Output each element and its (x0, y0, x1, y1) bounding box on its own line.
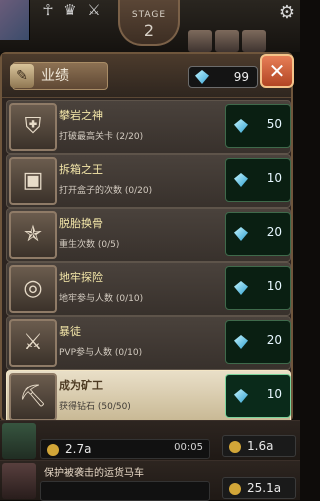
diamond-icon (234, 119, 248, 133)
shield-icon: ⛨ (9, 103, 57, 151)
diamond-counter: 99 (188, 66, 258, 88)
reward-box[interactable]: 10 (225, 158, 291, 202)
reward-box[interactable]: 20 (225, 212, 291, 256)
reward-amount: 20 (266, 225, 282, 239)
hero-portrait[interactable] (242, 30, 266, 52)
reward-box[interactable]: 20 (225, 320, 291, 364)
upgrade-cost-box[interactable]: 1.6a (222, 435, 296, 457)
achievement-desc: 打开盒子的次数 (0/20) (59, 186, 153, 196)
reward-amount: 10 (266, 279, 282, 293)
gold-coin-icon (47, 444, 59, 456)
diamond-icon (234, 335, 248, 349)
achievement-row[interactable]: ⛨ 攀岩之神 打破最高关卡 (2/20) 50 (6, 100, 291, 154)
reward-amount: 10 (266, 387, 282, 401)
background-list-row[interactable]: 2.7a 00:05 1.6a (0, 420, 300, 460)
medal-icon[interactable]: ☥ (38, 0, 58, 20)
achievements-panel: 业绩 ✎ 99 ✕ ⛨ 攀岩之神 打破最高关卡 (2/20) 50 ▣ 拆箱之王… (0, 52, 294, 424)
achievement-name: 地牢探险 (59, 271, 103, 284)
diamond-icon (234, 173, 248, 187)
hero-portrait[interactable] (215, 30, 239, 52)
panel-header: 业绩 ✎ 99 ✕ (2, 54, 294, 98)
upgrade-cost: 1.6a (247, 439, 274, 453)
top-bar: ☥ ♛ ⚔ STAGE 2 ⚙ (0, 0, 300, 52)
diamond-icon (234, 227, 248, 241)
avatar (2, 423, 36, 459)
achievement-desc: 获得钻石 (50/50) (59, 402, 131, 412)
gold-coin-icon (229, 441, 241, 453)
gold-progress (40, 481, 210, 501)
reward-amount: 20 (266, 333, 282, 347)
achievement-desc: PVP参与人数 (0/10) (59, 348, 143, 358)
scroll-icon: ✎ (10, 64, 34, 88)
achievement-row[interactable]: ▣ 拆箱之王 打开盒子的次数 (0/20) 10 (6, 154, 291, 208)
reward-box[interactable]: 50 (225, 104, 291, 148)
reward-box[interactable]: 10 (225, 266, 291, 310)
player-avatar[interactable] (0, 0, 30, 40)
achievement-name: 成为矿工 (59, 379, 103, 392)
achievement-row-completed[interactable]: ⛏ 成为矿工 获得钻石 (50/50) 10 (6, 370, 291, 424)
mission-title: 保护被袭击的运货马车 (44, 468, 144, 479)
achievement-desc: 重生次数 (0/5) (59, 240, 120, 250)
achievement-name: 攀岩之神 (59, 109, 103, 122)
gold-value: 2.7a (65, 442, 92, 456)
background-list-row[interactable]: 保护被袭击的运货马车 25.1a (0, 460, 300, 501)
crown-icon[interactable]: ♛ (60, 0, 80, 20)
miner-icon: ⛏ (9, 373, 57, 421)
hero-portraits (188, 30, 266, 52)
upgrade-cost-box[interactable]: 25.1a (222, 477, 296, 499)
diamond-icon (195, 70, 209, 84)
achievement-row[interactable]: ✯ 脱胎换骨 重生次数 (0/5) 20 (6, 208, 291, 262)
pentagram-icon: ✯ (9, 211, 57, 259)
reward-amount: 10 (266, 171, 282, 185)
stage-badge: STAGE 2 (118, 0, 180, 46)
timer: 00:05 (174, 442, 203, 453)
achievement-row[interactable]: ◎ 地牢探险 地牢参与人数 (0/10) 10 (6, 262, 291, 316)
portal-icon: ◎ (9, 265, 57, 313)
crossed-swords-icon: ⚔ (9, 319, 57, 367)
gold-coin-icon (229, 483, 241, 495)
achievement-name: 脱胎换骨 (59, 217, 103, 230)
achievement-desc: 地牢参与人数 (0/10) (59, 294, 144, 304)
reward-box[interactable]: 10 (225, 374, 291, 418)
achievement-desc: 打破最高关卡 (2/20) (59, 132, 144, 142)
diamond-icon (234, 389, 248, 403)
diamond-icon (234, 281, 248, 295)
stage-number: 2 (143, 21, 155, 40)
crossed-swords-icon[interactable]: ⚔ (84, 0, 104, 20)
treasure-box-icon: ▣ (9, 157, 57, 205)
achievement-name: 拆箱之王 (59, 163, 103, 176)
upgrade-cost: 25.1a (247, 481, 282, 495)
diamond-count: 99 (233, 70, 249, 84)
close-button[interactable]: ✕ (260, 54, 294, 88)
reward-amount: 50 (266, 117, 282, 131)
gold-progress: 2.7a 00:05 (40, 439, 210, 459)
hero-portrait[interactable] (188, 30, 212, 52)
stage-label: STAGE (131, 10, 167, 20)
achievement-name: 暴徒 (59, 325, 81, 338)
avatar (2, 463, 36, 499)
gear-icon[interactable]: ⚙ (276, 2, 298, 24)
achievement-row[interactable]: ⚔ 暴徒 PVP参与人数 (0/10) 20 (6, 316, 291, 370)
